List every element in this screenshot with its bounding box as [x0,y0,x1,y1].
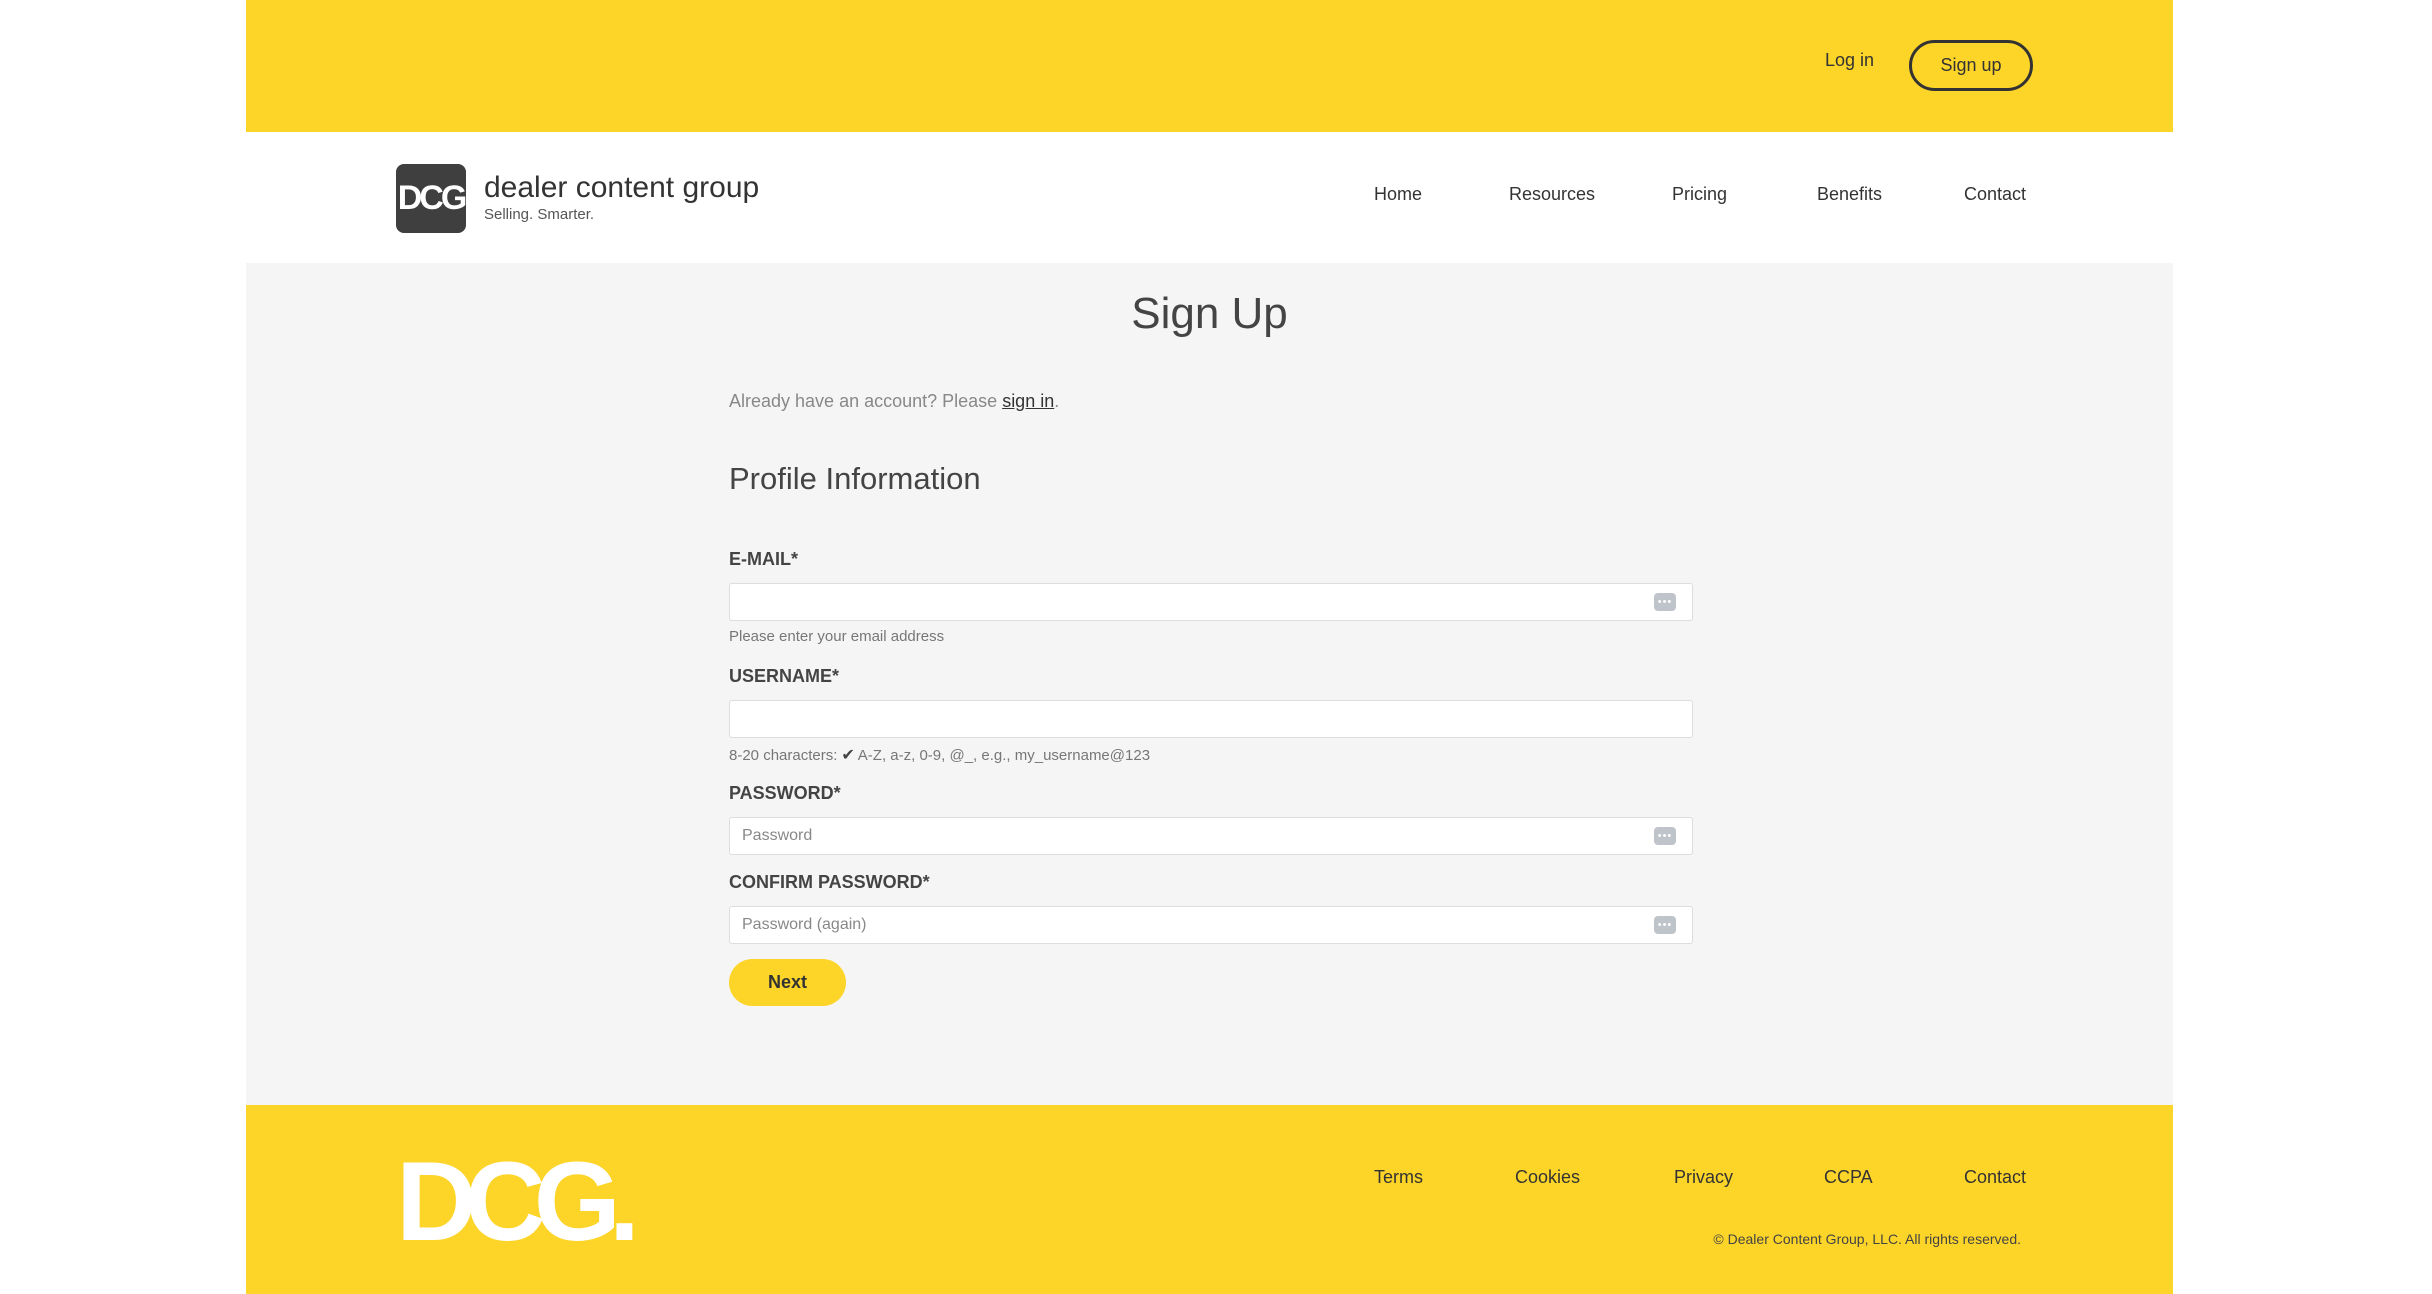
top-bar: Log in Sign up [246,0,2173,132]
username-label: USERNAME* [729,666,840,686]
email-field-wrapper: ••• [729,583,1693,621]
next-button[interactable]: Next [729,959,846,1006]
login-link[interactable]: Log in [1825,50,1874,71]
copyright: © Dealer Content Group, LLC. All rights … [1713,1231,2021,1247]
account-prompt-text: Already have an account? Please [729,391,1003,411]
footer: DCG. Terms Cookies Privacy CCPA Contact … [246,1105,2173,1294]
brand-logo[interactable]: DCG dealer content group Selling. Smarte… [396,164,759,233]
username-field-wrapper [729,700,1693,738]
email-field[interactable] [730,584,1654,620]
password-manager-icon[interactable]: ••• [1654,916,1676,934]
brand-tagline: Selling. Smarter. [484,206,595,223]
footer-link-ccpa[interactable]: CCPA [1824,1167,1873,1188]
sign-in-link[interactable]: sign in [1002,391,1054,411]
check-icon: ✔ [841,747,855,764]
page: Log in Sign up DCG dealer content group … [246,0,2173,1294]
username-helper: 8-20 characters: ✔ A-Z, a-z, 0-9, @_, e.g.… [729,745,1150,765]
section-title: Profile Information [729,461,981,496]
confirm-password-field-wrapper: ••• [729,906,1693,944]
nav-pricing[interactable]: Pricing [1672,184,1727,205]
footer-link-terms[interactable]: Terms [1374,1167,1423,1188]
username-helper-prefix: 8-20 characters: [729,747,838,764]
page-title: Sign Up [1131,289,1288,338]
nav-benefits[interactable]: Benefits [1817,184,1882,205]
main-navigation: DCG dealer content group Selling. Smarte… [246,132,2173,263]
main-content: Sign Up Already have an account? Please … [246,263,2173,1105]
nav-home[interactable]: Home [1374,184,1422,205]
password-manager-icon[interactable]: ••• [1654,827,1676,845]
account-prompt: Already have an account? Please sign in. [729,391,1059,412]
logo-text: dealer content group Selling. Smarter. [484,171,760,224]
nav-contact[interactable]: Contact [1964,184,2026,205]
username-field[interactable] [730,701,1654,737]
footer-link-cookies[interactable]: Cookies [1515,1167,1580,1188]
username-helper-rules: A-Z, a-z, 0-9, @_, e.g., my_username@123 [857,747,1151,764]
email-helper: Please enter your email address [729,628,945,645]
logo-mark: DCG [396,164,467,233]
footer-link-privacy[interactable]: Privacy [1674,1167,1733,1188]
account-prompt-suffix: . [1054,391,1060,411]
password-manager-icon[interactable]: ••• [1654,593,1676,611]
footer-link-contact[interactable]: Contact [1964,1167,2026,1188]
brand-name: dealer content group [484,171,760,204]
confirm-password-field[interactable] [730,907,1654,943]
password-label: PASSWORD* [729,783,841,803]
password-field[interactable] [730,818,1654,854]
password-field-wrapper: ••• [729,817,1693,855]
email-label: E-MAIL* [729,549,798,569]
confirm-password-label: CONFIRM PASSWORD* [729,872,930,892]
nav-resources[interactable]: Resources [1509,184,1595,205]
signup-button[interactable]: Sign up [1909,40,2033,91]
footer-logo[interactable]: DCG. [396,1146,640,1258]
